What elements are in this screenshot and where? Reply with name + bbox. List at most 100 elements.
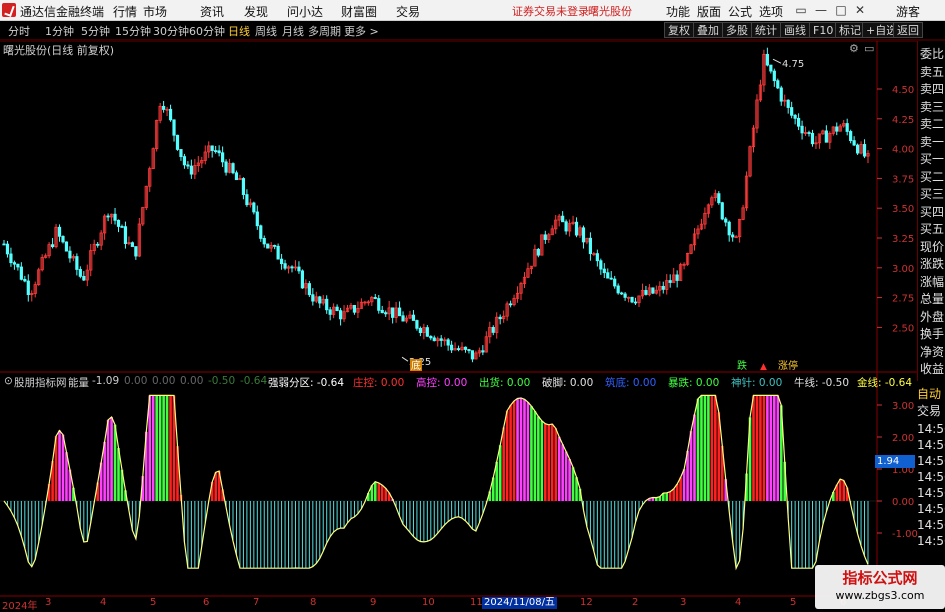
candle-body	[777, 81, 779, 88]
candle-body	[20, 267, 22, 279]
price-tick-label: 3.50	[892, 204, 914, 215]
candle-body	[794, 115, 796, 118]
candle-body	[509, 304, 511, 305]
quote-field-14: 总量	[920, 290, 944, 308]
candle-body	[211, 146, 213, 151]
momentum-bar	[547, 425, 550, 501]
candle-body	[471, 351, 473, 359]
quote-field-6: 买一	[920, 150, 944, 168]
momentum-bar	[756, 395, 759, 501]
axis-label-15: 5	[790, 597, 796, 608]
indicator-tick-label: 0.00	[892, 497, 914, 508]
axis-label-8: 10	[422, 597, 435, 608]
candle-body	[374, 297, 376, 298]
candle-body	[298, 267, 300, 271]
candle-body	[575, 222, 577, 235]
momentum-bar	[502, 427, 505, 501]
momentum-bar	[374, 482, 377, 501]
axis-label-2: 4	[100, 597, 106, 608]
candle-body	[235, 173, 237, 180]
quote-field-16: 换手	[920, 325, 944, 343]
price-tick-label: 4.50	[892, 85, 914, 96]
candle-body	[225, 162, 227, 172]
candle-body	[801, 126, 803, 133]
momentum-bar	[558, 437, 561, 501]
candle-body	[381, 310, 383, 312]
momentum-bar	[544, 424, 547, 501]
candle-body	[10, 254, 12, 263]
candle-body	[339, 311, 341, 319]
candle-body	[652, 288, 654, 293]
momentum-bar	[162, 395, 165, 501]
auto-trade-label[interactable]: 自动	[917, 386, 941, 402]
bottom-signal-label: 底	[411, 359, 421, 372]
axis-label-4: 6	[203, 597, 209, 608]
candle-body	[107, 216, 109, 217]
indicator-field-9: 金线: -0.64	[857, 375, 912, 390]
candle-body	[260, 226, 262, 239]
candle-body	[27, 281, 29, 295]
candle-body	[468, 349, 470, 350]
candle-body	[787, 100, 789, 107]
candle-body	[273, 245, 275, 246]
trade-label[interactable]: 交易	[917, 403, 941, 419]
momentum-bar	[683, 469, 686, 501]
momentum-bar	[693, 414, 696, 501]
candle-body	[301, 271, 303, 288]
candle-body	[253, 203, 255, 212]
candle-body	[117, 220, 119, 226]
cursor-date: 2024/11/08/五	[482, 597, 557, 609]
quote-field-2: 卖四	[920, 80, 944, 98]
candle-body	[232, 164, 234, 173]
momentum-bar	[537, 416, 540, 501]
candle-body	[17, 264, 19, 267]
candle-body	[773, 71, 775, 81]
zero-value-5: -0.64	[240, 375, 267, 387]
indicator-icon[interactable]: ⊙	[4, 375, 13, 387]
candle-body	[856, 145, 858, 153]
up-arrow-icon: ▲	[760, 362, 767, 372]
quote-panel: 委比卖五卖四卖三卖二卖一买一买二买三买四买五现价涨跌涨幅总量外盘换手净资收益	[917, 41, 945, 381]
candle-body	[731, 235, 733, 237]
momentum-bar	[534, 411, 537, 501]
candle-body	[353, 305, 355, 312]
axis-label-0: 2024年	[2, 597, 37, 612]
candle-body	[277, 246, 279, 259]
price-tick-label: 2.75	[892, 294, 914, 305]
tick-time-7: 14:56	[917, 533, 945, 549]
indicator-field-2: 高控: 0.00	[416, 375, 467, 390]
price-chart[interactable]: 4.504.254.003.753.503.253.002.752.504.75…	[0, 0, 945, 609]
candle-body	[214, 151, 216, 152]
quote-field-3: 卖三	[920, 98, 944, 116]
momentum-bar	[159, 395, 162, 501]
momentum-bar	[676, 484, 679, 501]
indicator-name[interactable]: 股朋指标网	[14, 375, 67, 390]
candle-body	[308, 284, 310, 295]
indicator-tick-label: -1.00	[892, 529, 918, 540]
candle-body	[433, 338, 435, 341]
momentum-bar	[520, 398, 523, 501]
candle-body	[416, 320, 418, 328]
candle-body	[419, 328, 421, 332]
fall-signal-label: 跌	[737, 359, 747, 372]
candle-body	[808, 133, 810, 134]
candle-body	[464, 347, 466, 349]
momentum-bar	[679, 477, 682, 501]
candle-body	[610, 278, 612, 279]
momentum-bar	[763, 395, 766, 501]
high-marker-line	[773, 59, 781, 63]
indicator-field-5: 筑底: 0.00	[605, 375, 656, 390]
tick-time-1: 14:56	[917, 437, 945, 453]
candle-body	[58, 227, 60, 236]
indicator-field-0: 强弱分区: -0.64	[268, 375, 344, 390]
momentum-bar	[669, 492, 672, 501]
candle-body	[565, 222, 567, 231]
zero-value-4: -0.50	[208, 375, 235, 387]
quote-field-9: 买四	[920, 203, 944, 221]
candle-body	[51, 245, 53, 247]
candle-body	[613, 279, 615, 286]
axis-label-13: 3	[680, 597, 686, 608]
momentum-bar	[516, 398, 519, 501]
indicator-badge: 1.94	[875, 455, 915, 468]
candle-body	[662, 286, 664, 289]
